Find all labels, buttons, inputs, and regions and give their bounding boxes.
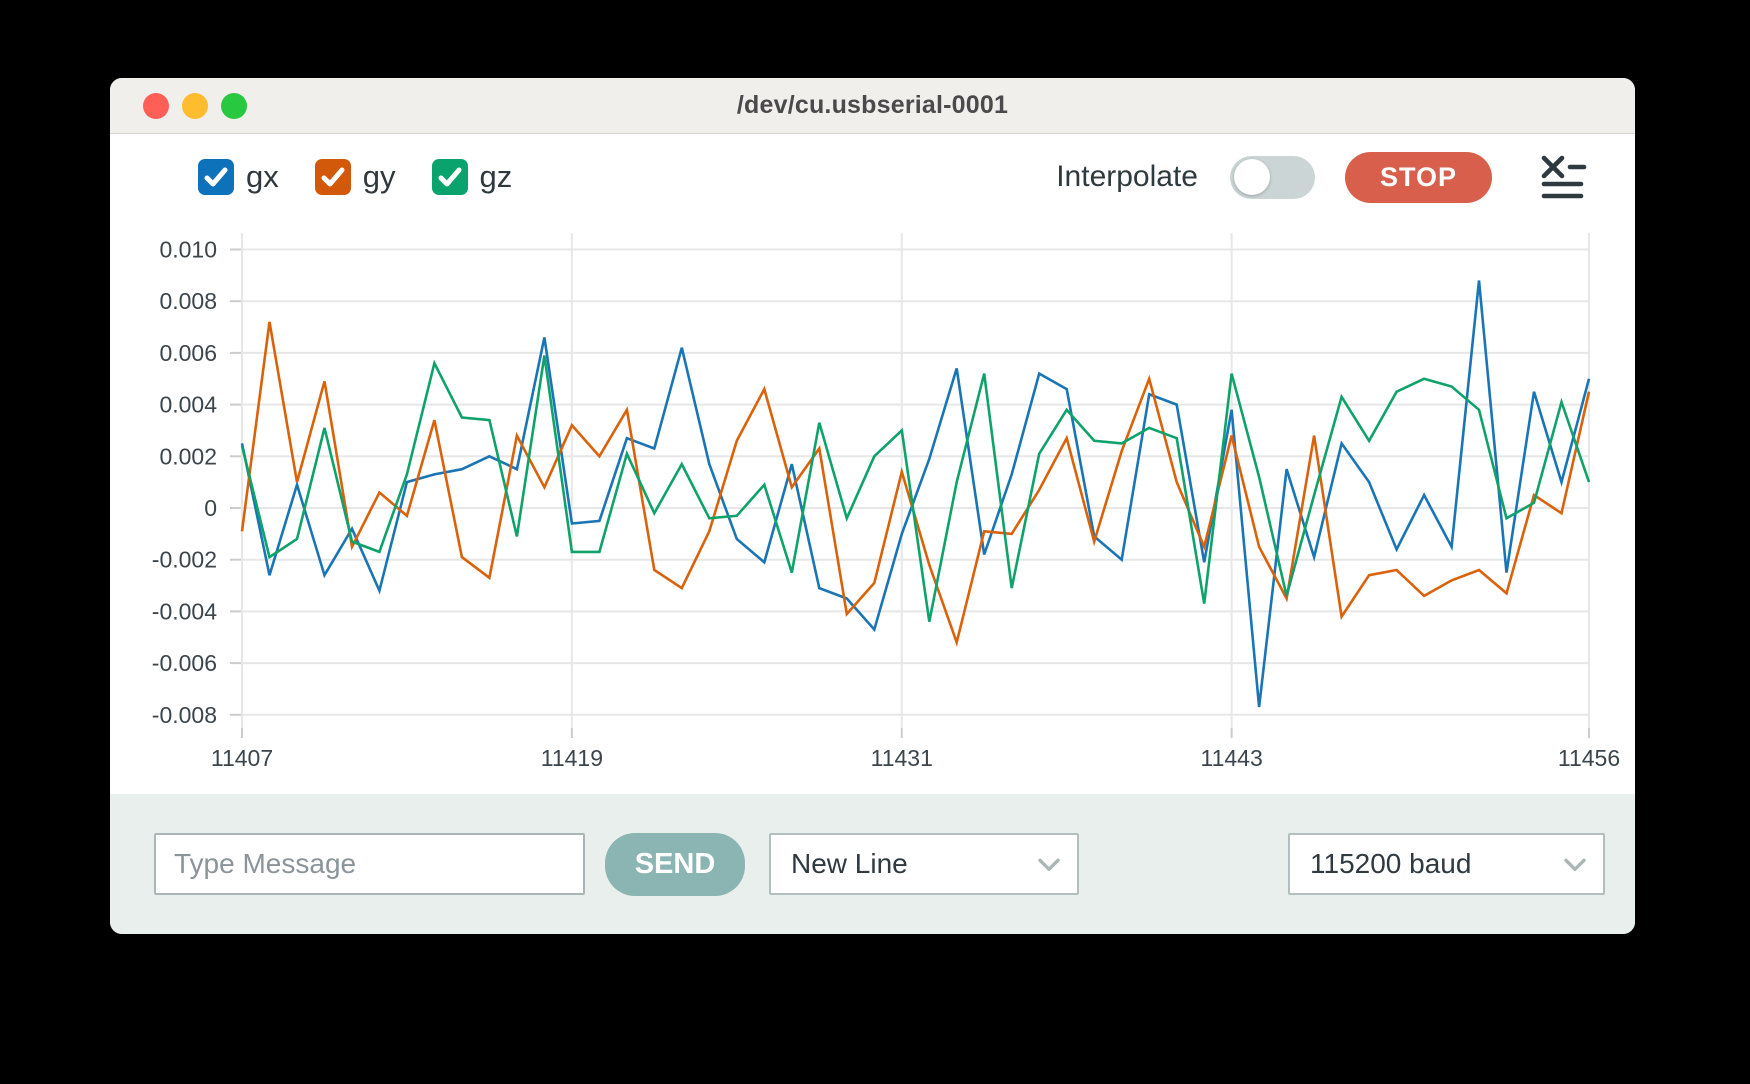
chevron-down-icon [1563, 857, 1587, 873]
series-label-gx: gx [246, 159, 279, 195]
interpolate-label: Interpolate [1056, 160, 1198, 194]
line-ending-value: New Line [791, 848, 908, 880]
series-line-gz [242, 356, 1589, 622]
y-tick-label: 0.010 [159, 237, 217, 263]
clear-list-icon[interactable] [1540, 154, 1587, 201]
message-bar: SEND New Line 115200 baud [110, 794, 1635, 934]
send-button[interactable]: SEND [605, 833, 745, 896]
checkbox-gy-checked-icon[interactable] [315, 159, 351, 195]
minimize-window-button[interactable] [182, 93, 208, 119]
series-label-gy: gy [363, 159, 396, 195]
y-tick-label: -0.004 [152, 598, 217, 624]
x-tick-label: 11419 [541, 745, 603, 771]
zoom-window-button[interactable] [221, 93, 247, 119]
series-toggle-gx[interactable]: gx [198, 159, 279, 195]
y-tick-label: 0.002 [159, 443, 217, 469]
series-label-gz: gz [480, 159, 513, 195]
baud-rate-select[interactable]: 115200 baud [1288, 833, 1605, 895]
series-toggle-gz[interactable]: gz [432, 159, 513, 195]
checkbox-gz-checked-icon[interactable] [432, 159, 468, 195]
y-tick-label: -0.002 [152, 547, 217, 573]
series-line-gx [242, 281, 1589, 708]
traffic-lights [143, 78, 247, 133]
y-tick-label: 0.004 [159, 392, 217, 418]
toggle-knob [1234, 159, 1270, 195]
interpolate-toggle[interactable] [1230, 156, 1315, 199]
y-tick-label: 0 [204, 495, 217, 521]
chart-toolbar: gx gy gz Interpolate STOP [110, 135, 1635, 219]
series-toggle-group: gx gy gz [198, 159, 512, 195]
close-window-button[interactable] [143, 93, 169, 119]
x-tick-label: 11456 [1558, 745, 1620, 771]
toolbar-right-controls: Interpolate STOP [1056, 152, 1587, 203]
window-title: /dev/cu.usbserial-0001 [737, 91, 1008, 120]
y-tick-label: -0.006 [152, 650, 217, 676]
y-tick-label: 0.008 [159, 288, 217, 314]
baud-rate-value: 115200 baud [1310, 848, 1471, 880]
series-line-gy [242, 322, 1589, 643]
title-bar: /dev/cu.usbserial-0001 [110, 78, 1635, 134]
x-tick-label: 11407 [211, 745, 273, 771]
message-input[interactable] [154, 833, 585, 895]
x-tick-label: 11431 [871, 745, 933, 771]
y-tick-label: 0.006 [159, 340, 217, 366]
y-tick-label: -0.008 [152, 702, 217, 728]
checkbox-gx-checked-icon[interactable] [198, 159, 234, 195]
app-window: /dev/cu.usbserial-0001 0.010 0.008 0.006 0.… [110, 78, 1635, 934]
stop-button[interactable]: STOP [1345, 152, 1492, 203]
chevron-down-icon [1037, 857, 1061, 873]
line-ending-select[interactable]: New Line [769, 833, 1079, 895]
x-tick-label: 11443 [1201, 745, 1263, 771]
series-toggle-gy[interactable]: gy [315, 159, 396, 195]
